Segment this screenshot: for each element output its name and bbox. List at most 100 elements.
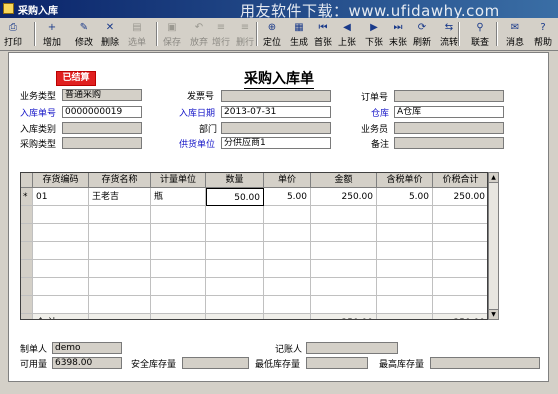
first-button[interactable]: ⏮ 首张	[311, 20, 335, 48]
table-cell[interactable]	[311, 242, 377, 260]
max-stock-field[interactable]	[430, 357, 540, 369]
table-cell[interactable]: 瓶	[151, 188, 206, 206]
table-cell[interactable]	[377, 224, 433, 242]
table-cell[interactable]	[33, 278, 89, 296]
row-marker[interactable]	[21, 224, 33, 242]
table-cell[interactable]	[433, 242, 487, 260]
row-marker[interactable]: *	[21, 188, 33, 206]
table-cell[interactable]	[89, 242, 151, 260]
receipt-date-field[interactable]: 2013-07-31	[221, 106, 331, 118]
locate-button[interactable]: ⊕ 定位	[260, 20, 284, 48]
table-cell[interactable]: 250.00	[311, 188, 377, 206]
table-cell[interactable]: 50.00	[206, 188, 264, 206]
min-stock-field[interactable]	[306, 357, 368, 369]
delete-row-button[interactable]: ≡ 删行	[233, 20, 257, 48]
discard-button[interactable]: ↶ 放弃	[188, 20, 210, 48]
table-cell[interactable]	[377, 206, 433, 224]
table-cell[interactable]	[33, 224, 89, 242]
available-field[interactable]: 6398.00	[52, 357, 122, 369]
table-cell[interactable]	[377, 242, 433, 260]
table-cell[interactable]	[264, 224, 311, 242]
table-cell[interactable]	[33, 260, 89, 278]
column-header[interactable]: 数量	[206, 173, 264, 188]
table-cell[interactable]	[206, 206, 264, 224]
business-type-field[interactable]: 普通采购	[62, 89, 142, 101]
table-cell[interactable]	[264, 206, 311, 224]
select-button[interactable]: ▤ 选单	[124, 20, 150, 48]
table-cell[interactable]	[311, 296, 377, 314]
table-cell[interactable]	[151, 278, 206, 296]
table-cell[interactable]	[89, 206, 151, 224]
table-cell[interactable]	[33, 296, 89, 314]
remark-field[interactable]	[394, 137, 504, 149]
window-titlebar[interactable]: 采购入库 用友软件下载：www.ufidawhy.com	[0, 0, 558, 20]
table-cell[interactable]	[264, 296, 311, 314]
invoice-no-field[interactable]	[221, 90, 331, 102]
table-cell[interactable]	[151, 242, 206, 260]
bookkeeper-field[interactable]	[306, 342, 398, 354]
table-cell[interactable]: 01	[33, 188, 89, 206]
last-button[interactable]: ⏭ 末张	[386, 20, 410, 48]
column-header[interactable]: 计量单位	[151, 173, 206, 188]
table-cell[interactable]: 5.00	[264, 188, 311, 206]
table-cell[interactable]	[377, 260, 433, 278]
row-marker[interactable]	[21, 206, 33, 224]
query-button[interactable]: ⚲ 联查	[466, 20, 494, 48]
items-grid[interactable]: 存货编码 存货名称 计量单位 数量 单价 金额 含税单价 价税合计 * 01 王老吉瓶 50.00 5.…	[20, 172, 488, 320]
edit-button[interactable]: ✎ 修改	[72, 20, 96, 48]
table-cell[interactable]	[377, 296, 433, 314]
row-marker[interactable]	[21, 278, 33, 296]
column-header[interactable]: 金额	[311, 173, 377, 188]
prev-button[interactable]: ◀ 上张	[335, 20, 359, 48]
row-marker[interactable]	[21, 242, 33, 260]
table-cell[interactable]	[151, 224, 206, 242]
warehouse-field[interactable]: A仓库	[394, 106, 504, 118]
table-cell[interactable]	[151, 206, 206, 224]
table-cell[interactable]	[89, 296, 151, 314]
safety-stock-field[interactable]	[182, 357, 249, 369]
table-cell[interactable]	[311, 260, 377, 278]
row-marker[interactable]	[21, 296, 33, 314]
table-cell[interactable]	[206, 296, 264, 314]
table-cell[interactable]	[89, 260, 151, 278]
table-cell[interactable]	[311, 224, 377, 242]
column-header[interactable]: 价税合计	[433, 173, 487, 188]
maker-field[interactable]: demo	[52, 342, 122, 354]
table-cell[interactable]	[33, 242, 89, 260]
table-cell[interactable]	[433, 224, 487, 242]
table-cell[interactable]	[433, 206, 487, 224]
table-cell[interactable]	[206, 278, 264, 296]
scroll-up-icon[interactable]: ▲	[488, 172, 499, 183]
table-cell[interactable]: 250.00	[433, 188, 487, 206]
grid-vertical-scrollbar[interactable]: ▲ ▼	[488, 172, 499, 320]
column-header[interactable]: 含税单价	[377, 173, 433, 188]
department-field[interactable]	[221, 122, 331, 134]
row-marker[interactable]	[21, 260, 33, 278]
table-cell[interactable]	[206, 242, 264, 260]
message-button[interactable]: ✉ 消息	[502, 20, 528, 48]
help-button[interactable]: ? 帮助	[530, 20, 556, 48]
add-button[interactable]: + 增加	[38, 20, 66, 48]
table-cell[interactable]: 王老吉	[89, 188, 151, 206]
table-cell[interactable]	[433, 260, 487, 278]
table-cell[interactable]	[264, 278, 311, 296]
refresh-button[interactable]: ⟳ 刷新	[410, 20, 434, 48]
receipt-no-field[interactable]: 0000000019	[62, 106, 142, 118]
purchase-type-field[interactable]	[62, 137, 142, 149]
table-cell[interactable]: 5.00	[377, 188, 433, 206]
table-cell[interactable]	[264, 242, 311, 260]
table-cell[interactable]	[433, 296, 487, 314]
order-no-field[interactable]	[394, 90, 504, 102]
table-cell[interactable]	[206, 224, 264, 242]
column-header[interactable]: 单价	[264, 173, 311, 188]
table-cell[interactable]	[264, 260, 311, 278]
table-cell[interactable]	[89, 278, 151, 296]
table-cell[interactable]	[206, 260, 264, 278]
table-cell[interactable]	[151, 296, 206, 314]
column-header[interactable]: 存货编码	[33, 173, 89, 188]
next-button[interactable]: ▶ 下张	[362, 20, 386, 48]
supplier-field[interactable]: 分供应商1	[221, 137, 331, 149]
table-cell[interactable]	[311, 206, 377, 224]
table-cell[interactable]	[89, 224, 151, 242]
salesman-field[interactable]	[394, 122, 504, 134]
